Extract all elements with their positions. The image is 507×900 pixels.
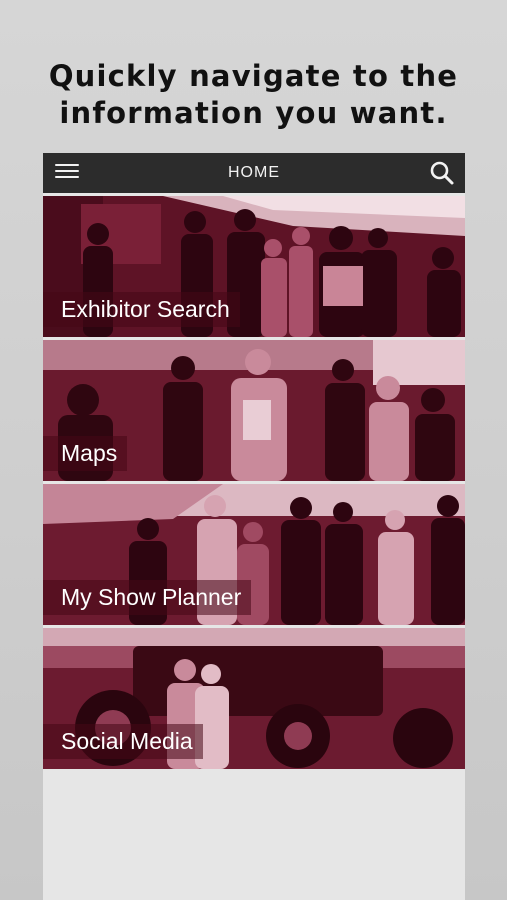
tile-exhibitor-search[interactable]: Exhibitor Search (43, 196, 465, 337)
tile-maps[interactable]: Maps (43, 340, 465, 481)
headline: Quickly navigate to the information you … (0, 58, 507, 132)
tile-label: Maps (43, 436, 128, 471)
tile-my-show-planner[interactable]: My Show Planner (43, 484, 465, 625)
tile-label: Exhibitor Search (43, 292, 240, 327)
hamburger-menu-icon[interactable] (55, 162, 79, 184)
headline-line-1: Quickly navigate to the (48, 59, 459, 93)
tile-social-media[interactable]: Social Media (43, 628, 465, 769)
search-icon[interactable] (429, 160, 455, 186)
headline-line-2: information you want. (59, 96, 448, 130)
tile-label: Social Media (43, 724, 203, 759)
app-bar-title: HOME (228, 164, 280, 181)
tile-label: My Show Planner (43, 580, 252, 615)
app-bar: HOME (43, 153, 465, 193)
app-screen: HOME Exhibitor Search Maps My Show Plann… (43, 153, 465, 900)
